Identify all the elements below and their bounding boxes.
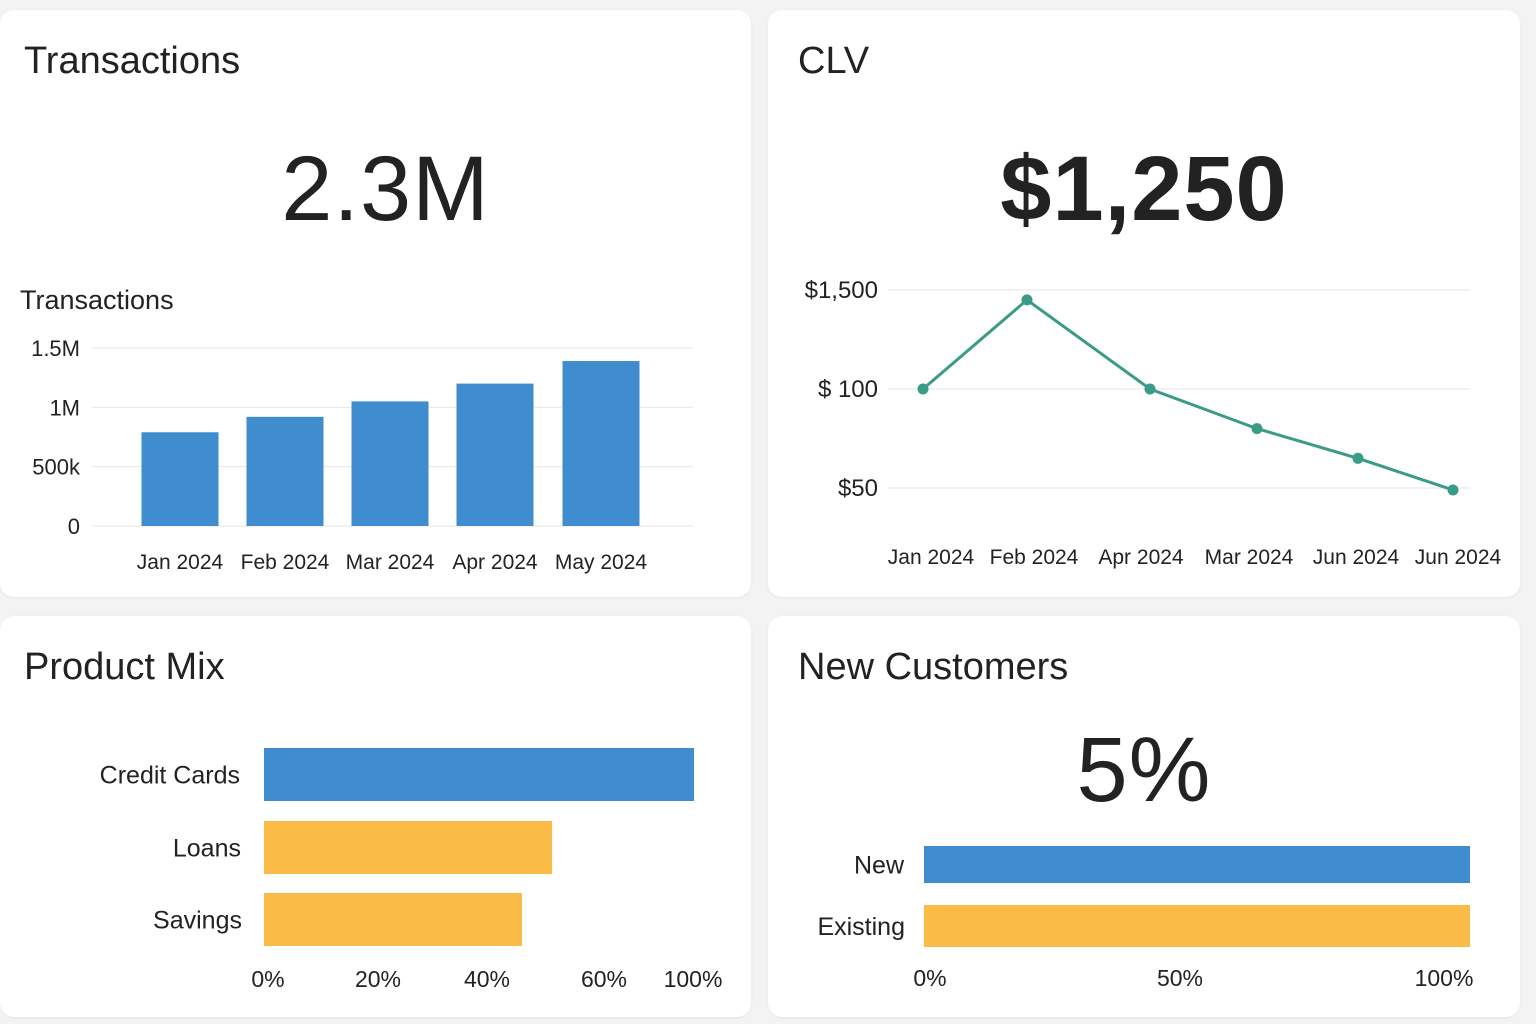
- transactions-y-tick-label: 0: [68, 514, 80, 539]
- clv-y-tick-label: $ 100: [818, 376, 878, 403]
- clv-series-line: [922, 297, 1454, 492]
- product-mix-x-tick-label: 0%: [251, 966, 284, 992]
- new-customers-x-tick-label: 0%: [913, 965, 946, 991]
- transactions-bar: [562, 361, 640, 526]
- clv-x-tick-label: Jun 2024: [1313, 546, 1400, 569]
- product-mix-category-label: Credit Cards: [100, 762, 240, 790]
- new-customers-x-tick-label: 50%: [1157, 965, 1203, 991]
- clv-x-tick-label: Jan 2024: [888, 546, 975, 569]
- new-customers-x-tick-label: 100%: [1415, 965, 1474, 991]
- transactions-chart-title: Transactions: [20, 285, 174, 315]
- product-mix-category-label: Savings: [153, 907, 242, 935]
- clv-x-tick-label: Jun 2024: [1415, 546, 1502, 569]
- transactions-bar: [246, 416, 324, 526]
- product-mix-category-label: Loans: [173, 835, 241, 863]
- new-customers-category-label: New: [854, 852, 905, 880]
- clv-data-point: [1021, 294, 1033, 306]
- clv-y-tick-label: $50: [838, 475, 878, 502]
- product-mix-card: Product Mix Credit Cards Loans Savings 0% 20…: [0, 616, 751, 1017]
- new-customers-kpi-value: 5%: [1076, 719, 1212, 821]
- product-mix-bar: [264, 821, 553, 874]
- clv-x-tick-label: Mar 2024: [1205, 546, 1294, 569]
- transactions-y-tick-label: 500k: [32, 455, 81, 480]
- clv-x-tick-label: Apr 2024: [1098, 546, 1184, 569]
- product-mix-x-tick-label: 20%: [355, 966, 401, 992]
- clv-line-chart: $50 $ 100 $1,500 Jan 2024 Feb 2024 Apr 2024 Ma…: [805, 277, 1502, 569]
- new-customers-category-label: Existing: [817, 913, 905, 941]
- clv-data-point: [1144, 383, 1156, 395]
- transactions-bar: [351, 401, 429, 526]
- clv-data-point: [1251, 423, 1263, 435]
- transactions-x-tick-label: Feb 2024: [241, 551, 330, 574]
- clv-x-tick-label: Feb 2024: [990, 546, 1079, 569]
- transactions-bar: [141, 432, 219, 526]
- new-customers-bar: [924, 905, 1470, 947]
- product-mix-x-tick-label: 40%: [464, 966, 510, 992]
- transactions-x-tick-label: May 2024: [555, 551, 648, 574]
- transactions-card: Transactions 2.3M Transactions 0 500k 1M 1.5…: [0, 10, 751, 597]
- clv-data-point: [1352, 452, 1364, 464]
- transactions-y-tick-label: 1.5M: [31, 336, 80, 361]
- product-mix-bar-chart: Credit Cards Loans Savings 0% 20% 40% 60% 100%: [100, 748, 723, 992]
- product-mix-bar: [264, 893, 522, 946]
- product-mix-x-tick-label: 60%: [581, 966, 627, 992]
- transactions-y-tick-label: 1M: [49, 395, 80, 420]
- transactions-bar-chart: Transactions 0 500k 1M 1.5M Jan 2024 Feb 2024 M…: [20, 285, 693, 574]
- new-customers-bar: [924, 846, 1470, 883]
- clv-data-point: [1447, 484, 1459, 496]
- transactions-x-tick-label: Mar 2024: [346, 551, 435, 574]
- clv-y-tick-label: $1,500: [805, 277, 878, 304]
- product-mix-bar: [264, 748, 694, 801]
- transactions-bar: [456, 383, 534, 526]
- transactions-x-tick-label: Apr 2024: [452, 551, 538, 574]
- clv-card: CLV $1,250 $50 $ 100 $1,500 Jan 2024 Feb 202…: [768, 10, 1520, 597]
- transactions-x-tick-label: Jan 2024: [137, 551, 224, 574]
- product-mix-x-tick-label: 100%: [664, 966, 723, 992]
- clv-data-point: [917, 383, 929, 395]
